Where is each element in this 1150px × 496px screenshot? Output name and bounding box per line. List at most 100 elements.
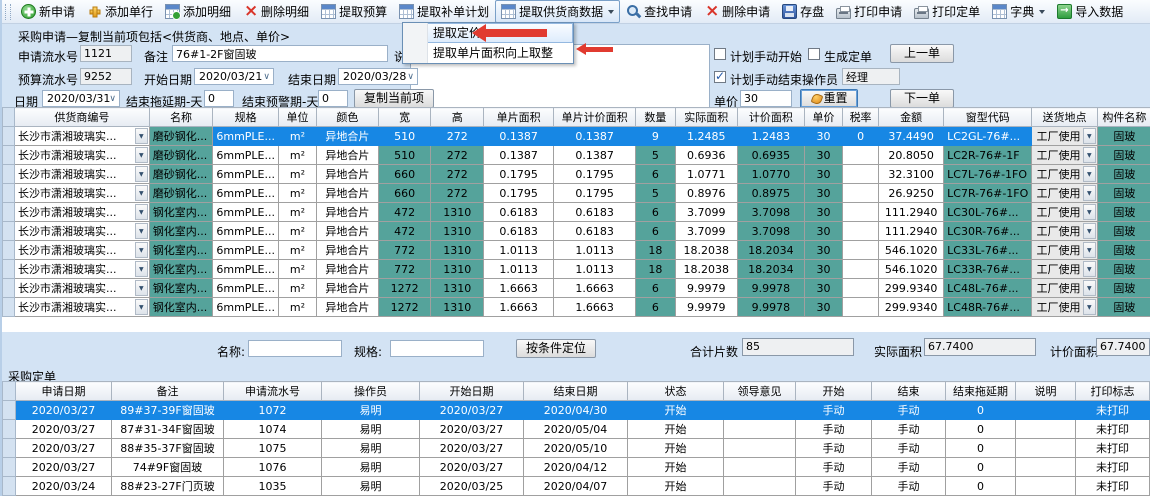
cell-supplier[interactable]: 长沙市潇湘玻璃实... xyxy=(15,146,150,165)
table-row[interactable]: 2020/03/2789#37-39F窗固玻1072易明2020/03/2720… xyxy=(3,401,1150,420)
combo-arrow-icon[interactable] xyxy=(1083,166,1096,182)
cell-priced-area[interactable]: 9.9978 xyxy=(737,279,804,298)
table-row[interactable]: 2020/03/2788#35-37F窗固玻1075易明2020/03/2720… xyxy=(3,439,1150,458)
cell-amount[interactable]: 546.1020 xyxy=(879,260,944,279)
cell-amount[interactable]: 32.3100 xyxy=(879,165,944,184)
cell-start[interactable]: 手动 xyxy=(796,401,872,420)
cell-name[interactable]: 钢化室内... xyxy=(149,222,213,241)
combo-arrow-icon[interactable] xyxy=(135,223,148,239)
combo-arrow-icon[interactable] xyxy=(135,204,148,220)
cell-spec[interactable]: 6mmPLE... xyxy=(213,222,279,241)
cell-delivery[interactable]: 工厂使用 xyxy=(1032,298,1098,317)
cell-supplier[interactable]: 长沙市潇湘玻璃实... xyxy=(15,298,150,317)
cell-actual-area[interactable]: 18.2038 xyxy=(675,260,737,279)
cell-note[interactable] xyxy=(1016,439,1076,458)
cell-name[interactable]: 钢化室内... xyxy=(149,298,213,317)
cell-spec[interactable]: 6mmPLE... xyxy=(213,298,279,317)
budget-serial-input[interactable] xyxy=(80,68,132,85)
delete-detail-button[interactable]: 删除明细 xyxy=(237,0,315,23)
table-row[interactable]: 长沙市潇湘玻璃实...钢化室内...6mmPLE...m²异地合片7721310… xyxy=(3,260,1150,279)
cell-start[interactable]: 手动 xyxy=(796,477,872,496)
cell-window-code[interactable]: LC7R-76#-1FO xyxy=(944,184,1032,203)
cell-window-code[interactable]: LC33L-76#... xyxy=(944,241,1032,260)
combo-arrow-icon[interactable] xyxy=(135,280,148,296)
cell-operator[interactable]: 易明 xyxy=(322,477,420,496)
delete-request-button[interactable]: 删除申请 xyxy=(698,0,776,23)
cell-supplier[interactable]: 长沙市潇湘玻璃实... xyxy=(15,203,150,222)
table-row[interactable]: 2020/03/2787#31-34F窗固玻1074易明2020/03/2720… xyxy=(3,420,1150,439)
cell-component[interactable]: 固玻 xyxy=(1097,241,1150,260)
cell-window-code[interactable]: LC48L-76#... xyxy=(944,279,1032,298)
cell-name[interactable]: 磨砂钢化... xyxy=(149,184,213,203)
cell-component[interactable]: 固玻 xyxy=(1097,203,1150,222)
cell-operator[interactable]: 易明 xyxy=(322,439,420,458)
table-row[interactable]: 长沙市潇湘玻璃实...磨砂钢化...6mmPLE...m²异地合片5102720… xyxy=(3,127,1150,146)
previous-order-button[interactable]: 上一单 xyxy=(890,44,954,63)
cell-unit[interactable]: m² xyxy=(279,279,317,298)
spec-filter-input[interactable] xyxy=(390,340,484,357)
manual-end-checkbox[interactable] xyxy=(714,71,726,83)
cell-component[interactable]: 固玻 xyxy=(1097,146,1150,165)
cell-tax-rate[interactable] xyxy=(842,165,878,184)
combo-arrow-icon[interactable] xyxy=(1083,223,1096,239)
cell-note[interactable] xyxy=(1016,477,1076,496)
combo-arrow-icon[interactable] xyxy=(135,299,148,315)
cell-unit-price[interactable]: 30 xyxy=(805,260,843,279)
cell-amount[interactable]: 37.4490 xyxy=(879,127,944,146)
reset-button[interactable]: 重置 xyxy=(800,89,858,108)
cell-priced-area[interactable]: 0.8975 xyxy=(737,184,804,203)
cell-print-flag[interactable]: 未打印 xyxy=(1076,439,1150,458)
cell-actual-area[interactable]: 9.9979 xyxy=(675,298,737,317)
cell-actual-area[interactable]: 3.7099 xyxy=(675,203,737,222)
table-row[interactable]: 长沙市潇湘玻璃实...磨砂钢化...6mmPLE...m²异地合片6602720… xyxy=(3,165,1150,184)
cell-priced-area[interactable]: 18.2034 xyxy=(737,260,804,279)
cell-window-code[interactable]: LC30L-76#... xyxy=(944,203,1032,222)
cell-tax-rate[interactable] xyxy=(842,298,878,317)
combo-arrow-icon[interactable] xyxy=(135,128,148,144)
cell-end-delay[interactable]: 0 xyxy=(946,477,1016,496)
extract-budget-button[interactable]: 提取预算 xyxy=(315,0,393,23)
cell-height[interactable]: 1310 xyxy=(431,241,484,260)
cell-piece-area[interactable]: 0.6183 xyxy=(484,222,554,241)
serial-input[interactable] xyxy=(80,45,132,62)
cell-piece-area[interactable]: 1.0113 xyxy=(484,260,554,279)
cell-piece-priced-area[interactable]: 0.1795 xyxy=(554,165,636,184)
cell-priced-area[interactable]: 3.7098 xyxy=(737,222,804,241)
toolbar-grip[interactable] xyxy=(5,4,11,20)
cell-window-code[interactable]: LC30R-76#... xyxy=(944,222,1032,241)
cell-actual-area[interactable]: 0.6936 xyxy=(675,146,737,165)
cell-height[interactable]: 1310 xyxy=(431,279,484,298)
cell-status[interactable]: 开始 xyxy=(628,458,724,477)
combo-arrow-icon[interactable] xyxy=(1083,280,1096,296)
cell-note[interactable] xyxy=(1016,401,1076,420)
cell-note[interactable] xyxy=(1016,458,1076,477)
cell-name[interactable]: 磨砂钢化... xyxy=(149,146,213,165)
table-row[interactable]: 长沙市潇湘玻璃实...钢化室内...6mmPLE...m²异地合片1272131… xyxy=(3,279,1150,298)
cell-supplier[interactable]: 长沙市潇湘玻璃实... xyxy=(15,127,150,146)
cell-unit-price[interactable]: 30 xyxy=(805,298,843,317)
cell-spec[interactable]: 6mmPLE... xyxy=(213,146,279,165)
cell-actual-area[interactable]: 1.0771 xyxy=(675,165,737,184)
end-warning-input[interactable] xyxy=(318,90,348,107)
combo-arrow-icon[interactable] xyxy=(1083,261,1096,277)
cell-window-code[interactable]: LC2R-76#-1F xyxy=(944,146,1032,165)
cell-amount[interactable]: 20.8050 xyxy=(879,146,944,165)
end-delay-input[interactable] xyxy=(204,90,234,107)
cell-request-date[interactable]: 2020/03/27 xyxy=(16,401,112,420)
cell-spec[interactable]: 6mmPLE... xyxy=(213,279,279,298)
cell-name[interactable]: 钢化室内... xyxy=(149,241,213,260)
cell-end-date[interactable]: 2020/05/10 xyxy=(524,439,628,458)
cell-delivery[interactable]: 工厂使用 xyxy=(1032,184,1098,203)
remark-input[interactable] xyxy=(172,45,388,62)
cell-end-delay[interactable]: 0 xyxy=(946,401,1016,420)
combo-arrow-icon[interactable] xyxy=(1083,147,1096,163)
generate-order-checkbox[interactable] xyxy=(808,48,820,60)
add-detail-button[interactable]: 添加明细 xyxy=(159,0,237,23)
cell-request-serial[interactable]: 1076 xyxy=(224,458,322,477)
cell-priced-area[interactable]: 1.0770 xyxy=(737,165,804,184)
cell-spec[interactable]: 6mmPLE... xyxy=(213,203,279,222)
cell-qty[interactable]: 6 xyxy=(636,165,676,184)
print-request-button[interactable]: 打印申请 xyxy=(830,0,908,23)
combo-arrow-icon[interactable] xyxy=(1083,299,1096,315)
cell-delivery[interactable]: 工厂使用 xyxy=(1032,165,1098,184)
